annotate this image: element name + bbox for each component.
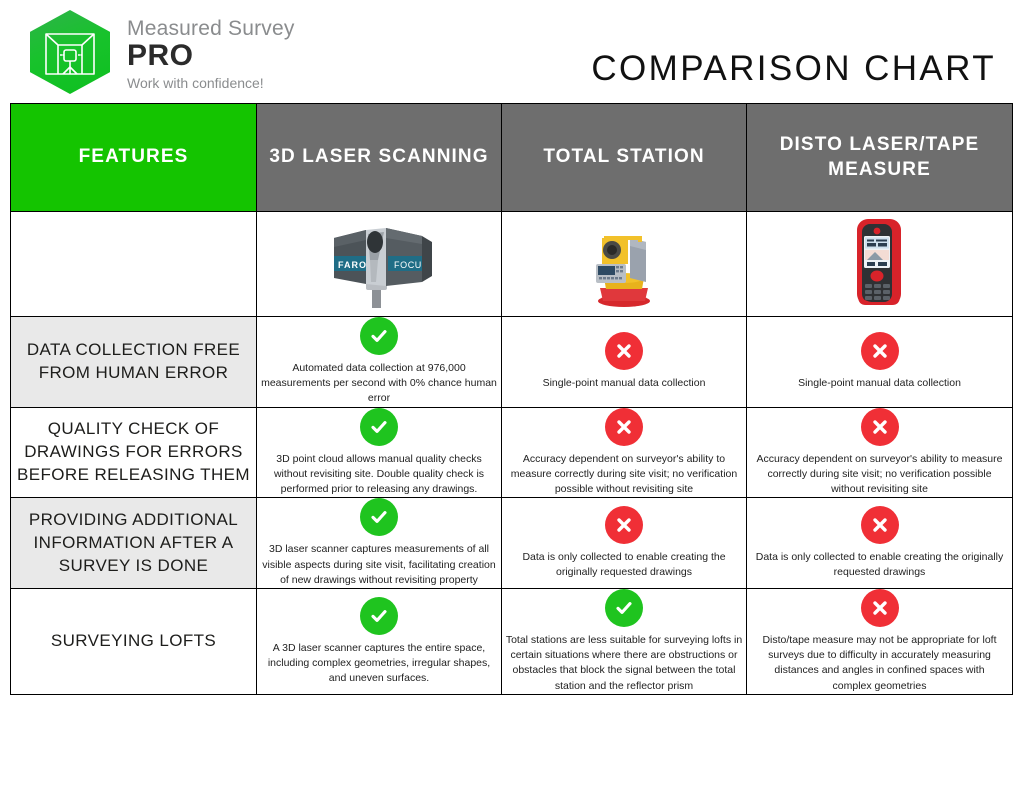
cross-circle-icon (860, 407, 899, 446)
device-image-row: FARO FOCUS (10, 211, 1013, 317)
brand-name-bottom: PRO (127, 39, 194, 72)
brand-name-top: Measured Survey (127, 17, 295, 40)
feature-label-cell: QUALITY CHECK OF DRAWINGS FOR ERRORS BEF… (10, 406, 257, 499)
brand-logo: Measured Survey PRO Work with confidence… (26, 6, 295, 98)
feature-label-cell: DATA COLLECTION FREE FROM HUMAN ERROR (10, 316, 257, 408)
comparison-cell: Data is only collected to enable creatin… (746, 497, 1013, 589)
check-circle-icon (360, 317, 398, 355)
column-header-features: FEATURES (10, 103, 257, 212)
column-header-disto-laser-tape-measure: DISTO LASER/TAPE MEASURE (746, 103, 1013, 212)
check-circle-icon (360, 498, 398, 537)
comparison-cell-note: 3D laser scanner captures measurements o… (262, 543, 496, 586)
cross-circle-icon (605, 407, 643, 446)
feature-label-cell: PROVIDING ADDITIONAL INFORMATION AFTER A… (10, 497, 257, 589)
table-row: DATA COLLECTION FREE FROM HUMAN ERROR Aut… (10, 316, 1013, 408)
page-banner: Measured Survey PRO Work with confidence… (0, 0, 1022, 103)
comparison-cell-note: Disto/tape measure may not be appropriat… (762, 633, 997, 692)
column-header-total-station: TOTAL STATION (501, 103, 747, 212)
page-title: COMPARISON CHART (591, 49, 996, 88)
comparison-table: FEATURES 3D LASER SCANNING TOTAL STATION… (10, 103, 1013, 695)
comparison-cell-note: Accuracy dependent on surveyor's ability… (510, 452, 738, 496)
comparison-cell: 3D laser scanner captures measurements o… (256, 497, 502, 589)
feature-label-cell: SURVEYING LOFTS (10, 587, 257, 695)
check-circle-icon (360, 596, 398, 635)
comparison-cell-note: Data is only collected to enable creatin… (522, 550, 726, 579)
svg-text:FARO: FARO (338, 260, 367, 270)
comparison-cell-note: Data is only collected to enable creatin… (755, 550, 1004, 579)
device-image-spacer-cell (10, 211, 257, 317)
cross-circle-icon (605, 505, 643, 544)
comparison-cell: Single-point manual data collection (746, 316, 1013, 408)
comparison-cell-note: A 3D laser scanner captures the entire s… (267, 641, 491, 685)
cross-circle-icon (605, 332, 643, 371)
comparison-cell: Automated data collection at 976,000 mea… (256, 316, 502, 408)
column-header-3d-laser-scanning: 3D LASER SCANNING (256, 103, 502, 212)
device-image-cell-total-station (501, 211, 747, 317)
check-circle-icon (605, 588, 643, 627)
comparison-cell-note: Single-point manual data collection (542, 377, 706, 390)
table-row: QUALITY CHECK OF DRAWINGS FOR ERRORS BEF… (10, 406, 1013, 499)
faro-focus-laser-scanner-image: FARO FOCUS (304, 216, 454, 313)
check-circle-icon (360, 407, 398, 446)
comparison-cell-note: Automated data collection at 976,000 mea… (261, 362, 497, 405)
comparison-cell: 3D point cloud allows manual quality che… (256, 406, 502, 499)
hexagon-room-scanner-icon (26, 6, 114, 98)
table-header-row: FEATURES 3D LASER SCANNING TOTAL STATION… (10, 103, 1013, 212)
table-row: PROVIDING ADDITIONAL INFORMATION AFTER A… (10, 497, 1013, 589)
table-row: SURVEYING LOFTS A 3D laser scanner captur… (10, 587, 1013, 695)
leica-disto-laser-measure-image (849, 215, 911, 314)
brand-tagline: Work with confidence! (127, 75, 264, 91)
comparison-cell: Accuracy dependent on surveyor's ability… (501, 406, 747, 499)
comparison-cell: Data is only collected to enable creatin… (501, 497, 747, 589)
comparison-cell: Accuracy dependent on surveyor's ability… (746, 406, 1013, 499)
comparison-cell-note: Single-point manual data collection (798, 377, 961, 390)
comparison-cell: Single-point manual data collection (501, 316, 747, 408)
cross-circle-icon (860, 332, 899, 371)
cross-circle-icon (860, 588, 899, 627)
comparison-cell: Total stations are less suitable for sur… (501, 587, 747, 695)
device-image-cell-3d-laser-scanning: FARO FOCUS (256, 211, 502, 317)
device-image-cell-disto-laser-tape-measure (746, 211, 1013, 317)
comparison-cell-note: Accuracy dependent on surveyor's ability… (756, 452, 1003, 496)
comparison-cell: A 3D laser scanner captures the entire s… (256, 587, 502, 695)
cross-circle-icon (860, 505, 899, 544)
comparison-cell-note: 3D point cloud allows manual quality che… (273, 452, 485, 496)
comparison-cell: Disto/tape measure may not be appropriat… (746, 587, 1013, 695)
comparison-cell-note: Total stations are less suitable for sur… (505, 633, 743, 692)
total-station-image (584, 216, 664, 313)
